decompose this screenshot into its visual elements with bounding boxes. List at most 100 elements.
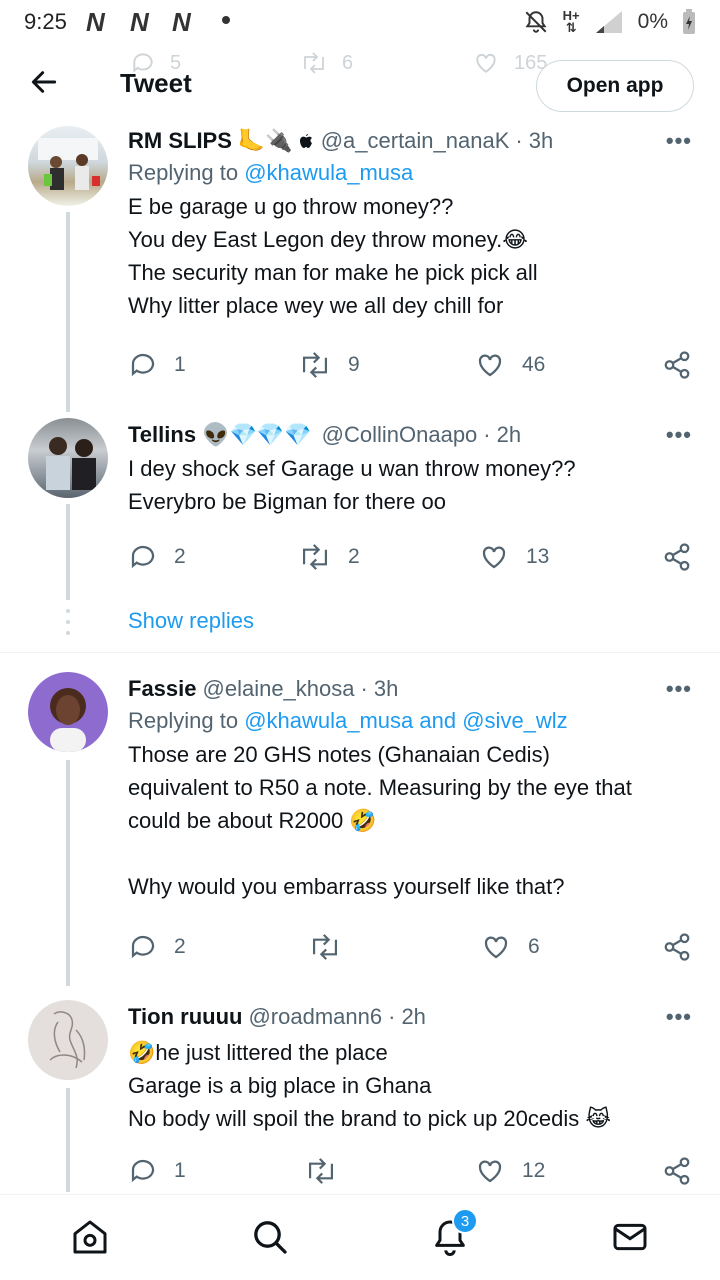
page-title: Tweet (120, 68, 192, 98)
reply-icon (131, 1159, 155, 1183)
mute-bell-icon (525, 11, 547, 33)
like-count: 13 (526, 545, 550, 568)
tweet-card[interactable]: Tellins 👽💎💎💎 @CollinOnaapo · 2h I dey sh… (0, 412, 720, 602)
retweet-icon (308, 1158, 334, 1184)
tweet-card[interactable]: Tion ruuuu @roadmann6 · 2h 🤣he just litt… (0, 996, 720, 1192)
like-icon (478, 354, 502, 377)
network-indicator-icon: N (130, 7, 151, 37)
more-options-icon[interactable]: ••• (666, 128, 692, 154)
share-icon (664, 933, 690, 961)
display-name[interactable]: Tellins (128, 420, 196, 450)
share-button[interactable] (662, 542, 692, 572)
tweet-actions: 2 6 (128, 932, 692, 964)
display-name[interactable]: Fassie (128, 674, 197, 704)
reply-icon (131, 935, 155, 959)
avatar[interactable] (28, 1000, 108, 1080)
tweet-text: Those are 20 GHS notes (Ghanaian Cedis) … (128, 742, 632, 899)
user-handle[interactable]: @elaine_khosa (203, 674, 355, 704)
reply-button[interactable]: 2 (128, 932, 186, 962)
search-icon[interactable] (250, 1217, 290, 1257)
share-icon (664, 1157, 690, 1185)
retweet-count: 9 (348, 353, 360, 376)
retweet-icon (302, 352, 328, 378)
reply-button[interactable]: 1 (128, 1156, 186, 1186)
retweet-button[interactable]: 2 (298, 542, 360, 572)
tweet-text: 🤣he just littered the place Garage is a … (128, 1040, 612, 1131)
notifications-badge: 3 (452, 1208, 478, 1234)
tweet-text: I dey shock sef Garage u wan throw money… (128, 456, 576, 514)
avatar[interactable] (28, 418, 108, 498)
mention-link[interactable]: @khawula_musa (244, 708, 413, 733)
tweet-timestamp[interactable]: 3h (374, 674, 398, 704)
like-button[interactable]: 46 (474, 350, 545, 380)
more-options-icon[interactable]: ••• (666, 422, 692, 448)
reply-button[interactable]: 1 (128, 350, 186, 380)
display-name[interactable]: Tion ruuuu (128, 1002, 242, 1032)
tweet-timestamp[interactable]: 2h (401, 1002, 425, 1032)
reply-count: 1 (174, 353, 186, 376)
display-name[interactable]: RM SLIPS (128, 126, 232, 156)
like-button[interactable]: 6 (480, 932, 540, 962)
like-button[interactable]: 12 (474, 1156, 545, 1186)
like-count: 12 (522, 1159, 546, 1182)
retweet-count: 2 (348, 545, 360, 568)
more-options-icon[interactable]: ••• (666, 1004, 692, 1030)
like-count: 6 (528, 935, 540, 958)
user-handle[interactable]: @roadmann6 (248, 1002, 382, 1032)
share-icon (664, 543, 690, 571)
retweet-icon (312, 934, 338, 960)
divider (0, 652, 720, 653)
tweet-timestamp[interactable]: 3h (529, 126, 553, 156)
name-emojis: 🦶🔌 (237, 128, 293, 153)
replying-to-line: Replying to @khawula_musa (128, 160, 414, 185)
avatar[interactable] (28, 672, 108, 752)
network-indicator-icon: N (86, 7, 107, 37)
retweet-button[interactable] (304, 1156, 354, 1186)
tweet-text: E be garage u go throw money?? You dey E… (128, 194, 538, 318)
retweet-icon (302, 544, 328, 570)
thread-line (66, 212, 70, 412)
retweet-icon (304, 52, 324, 74)
open-app-button[interactable]: Open app (536, 60, 694, 112)
user-handle[interactable]: @a_certain_nanaK (321, 126, 510, 156)
tweet-actions: 2 2 13 (128, 542, 692, 574)
share-button[interactable] (662, 932, 692, 962)
replying-to-line: Replying to @khawula_musa and @sive_wlz (128, 708, 568, 733)
status-time: 9:25 (24, 9, 67, 34)
retweet-button[interactable] (308, 932, 358, 962)
like-count: 46 (522, 353, 546, 376)
like-button[interactable]: 13 (478, 542, 549, 572)
tweet-timestamp[interactable]: 2h (497, 420, 521, 450)
reply-icon (131, 545, 155, 569)
apple-icon (299, 134, 312, 148)
mention-link[interactable]: @khawula_musa (244, 160, 413, 185)
mail-icon[interactable] (610, 1217, 650, 1257)
tweet-actions: 1 9 46 (128, 350, 692, 382)
show-replies-link[interactable]: Show replies (128, 608, 254, 634)
share-button[interactable] (662, 350, 692, 380)
home-icon[interactable] (70, 1217, 110, 1257)
avatar[interactable] (28, 126, 108, 206)
signal-icon (595, 11, 622, 33)
top-header: 5 6 165 Tweet Open app (0, 44, 720, 120)
more-options-icon[interactable]: ••• (666, 676, 692, 702)
battery-icon (683, 9, 695, 34)
tweet-actions: 1 12 (128, 1156, 692, 1188)
reply-count: 2 (174, 545, 186, 568)
name-emojis: 👽💎💎💎 (202, 422, 312, 447)
parent-retweet-count: 6 (342, 51, 354, 74)
retweet-button[interactable]: 9 (298, 350, 360, 380)
reply-count: 2 (174, 935, 186, 958)
thread-continuation-dots (66, 609, 70, 635)
reply-count: 1 (174, 1159, 186, 1182)
tweet-card[interactable]: Fassie @elaine_khosa · 3h Replying to @k… (0, 668, 720, 986)
mention-link[interactable]: @sive_wlz (462, 708, 567, 733)
reply-button[interactable]: 2 (128, 542, 186, 572)
back-arrow-icon[interactable] (28, 66, 60, 98)
share-button[interactable] (662, 1156, 692, 1186)
battery-percent: 0% (637, 10, 668, 33)
tweet-card[interactable]: RM SLIPS 🦶🔌 @a_certain_nanaK · 3h Replyi… (0, 120, 720, 412)
user-handle[interactable]: @CollinOnaapo (322, 420, 478, 450)
network-type: H+ ⇅ (562, 8, 580, 35)
like-icon (476, 53, 496, 73)
